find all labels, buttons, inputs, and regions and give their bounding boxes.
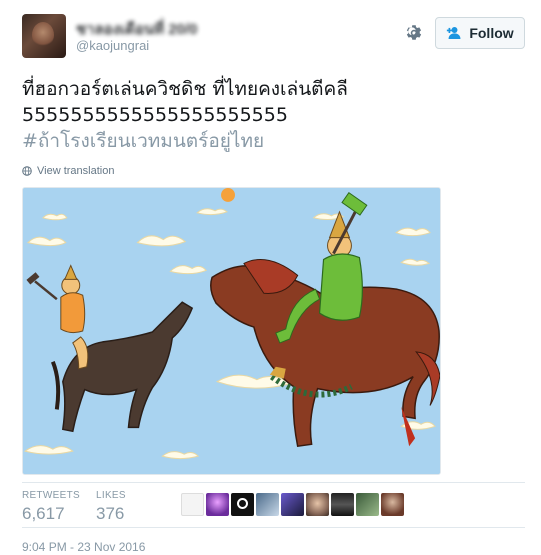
liker-avatar[interactable] bbox=[256, 493, 279, 516]
tweet-line-1: ที่ฮอกวอร์ตเล่นควิชดิช ที่ไทยคงเล่นตีคลี bbox=[22, 78, 348, 100]
liker-avatar[interactable] bbox=[181, 493, 204, 516]
gear-icon[interactable] bbox=[403, 22, 425, 44]
tweet-line-2: 5555555555555555555555 bbox=[22, 104, 288, 126]
tweet-image[interactable] bbox=[22, 187, 441, 475]
retweets-label: RETWEETS bbox=[22, 490, 80, 501]
author-handle[interactable]: @kaojungrai bbox=[76, 38, 149, 53]
follow-button[interactable]: Follow bbox=[435, 17, 525, 49]
retweets-stat[interactable]: RETWEETS 6,617 bbox=[22, 490, 80, 524]
polo-illustration bbox=[23, 188, 440, 474]
globe-icon bbox=[22, 166, 32, 176]
liker-avatar[interactable] bbox=[231, 493, 254, 516]
add-user-icon bbox=[447, 27, 461, 39]
tweet-timestamp[interactable]: 9:04 PM - 23 Nov 2016 bbox=[22, 540, 145, 554]
liker-avatar[interactable] bbox=[381, 493, 404, 516]
likes-count: 376 bbox=[96, 504, 125, 523]
hashtag-link[interactable]: #ถ้าโรงเรียนเวทมนตร์อยู่ไทย bbox=[22, 128, 522, 154]
likes-stat[interactable]: LIKES 376 bbox=[96, 490, 126, 524]
follow-label: Follow bbox=[469, 25, 514, 41]
stats-divider-top bbox=[22, 482, 525, 483]
view-translation-link[interactable]: View translation bbox=[22, 165, 114, 177]
author-avatar[interactable] bbox=[22, 14, 66, 58]
liker-avatar[interactable] bbox=[206, 493, 229, 516]
retweets-count: 6,617 bbox=[22, 504, 65, 523]
stats-divider-bottom bbox=[22, 527, 525, 528]
liker-avatar[interactable] bbox=[306, 493, 329, 516]
liker-avatars bbox=[181, 493, 404, 516]
likes-label: LIKES bbox=[96, 490, 126, 501]
tweet-text: ที่ฮอกวอร์ตเล่นควิชดิช ที่ไทยคงเล่นตีคลี… bbox=[22, 76, 522, 154]
view-translation-label: View translation bbox=[37, 165, 115, 177]
liker-avatar[interactable] bbox=[356, 493, 379, 516]
liker-avatar[interactable] bbox=[331, 493, 354, 516]
liker-avatar[interactable] bbox=[281, 493, 304, 516]
